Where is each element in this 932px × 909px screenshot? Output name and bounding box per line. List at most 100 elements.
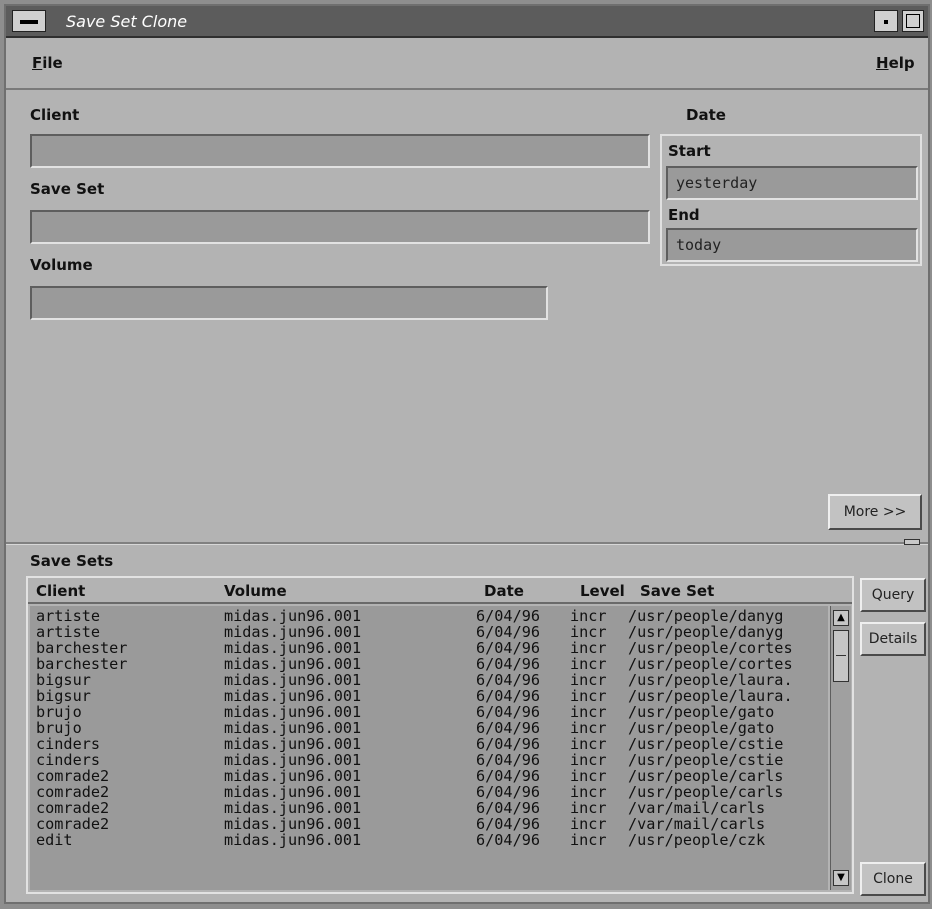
client-field[interactable] [30,134,650,168]
table-cell: artiste [36,623,101,641]
table-cell: incr [570,815,607,833]
table-cell: 6/04/96 [476,751,541,769]
table-cell: incr [570,719,607,737]
table-cell: 6/04/96 [476,703,541,721]
table-cell: comrade2 [36,815,110,833]
file-label: ile [42,54,63,72]
end-date-field[interactable]: today [666,228,918,262]
save-sets-list-body[interactable]: artiste midas.jun96.001 6/04/96 incr/usr/pe… [30,606,828,890]
column-volume[interactable]: Volume [224,582,287,600]
table-cell: 6/04/96 [476,783,541,801]
window-menu-icon [20,20,38,24]
table-cell: barchester [36,655,128,673]
table-cell: incr [570,687,607,705]
table-cell: bigsur [36,687,91,705]
table-cell: midas.jun96.001 [224,767,362,785]
start-date-field[interactable]: yesterday [666,166,918,200]
column-date[interactable]: Date [484,582,524,600]
table-cell: 6/04/96 [476,767,541,785]
maximize-icon [906,14,920,28]
table-cell: 6/04/96 [476,719,541,737]
table-cell: bigsur [36,671,91,689]
table-cell: incr [570,639,607,657]
column-save-set[interactable]: Save Set [640,582,714,600]
save-sets-list: Client Volume Date Level Save Set artist… [26,576,854,894]
table-cell: midas.jun96.001 [224,655,362,673]
table-cell: /usr/people/carls [628,783,784,801]
volume-label: Volume [30,256,93,274]
table-cell: incr [570,831,607,849]
table-cell: /usr/people/cortes [628,639,793,657]
clone-button[interactable]: Clone [860,862,926,896]
help-mnemonic: H [876,54,889,72]
table-cell: /usr/people/gato [628,719,775,737]
table-cell: /usr/people/gato [628,703,775,721]
table-cell: 6/04/96 [476,655,541,673]
title-bar: Save Set Clone [6,6,928,38]
volume-field[interactable] [30,286,548,320]
query-button[interactable]: Query [860,578,926,612]
file-mnemonic: F [32,54,43,72]
column-client[interactable]: Client [36,582,85,600]
table-cell: midas.jun96.001 [224,799,362,817]
menu-bar: File Help [6,38,928,90]
table-cell: /var/mail/carls [628,815,766,833]
save-set-clone-window: Save Set Clone File Help Client Save Set… [4,4,930,904]
table-cell: 6/04/96 [476,623,541,641]
start-label: Start [668,142,711,160]
table-cell: brujo [36,703,82,721]
column-level[interactable]: Level [580,582,625,600]
date-group: Start yesterday End today [660,134,922,266]
scroll-up-icon[interactable]: ▲ [833,610,849,626]
table-cell: /usr/people/czk [628,831,766,849]
table-cell: 6/04/96 [476,735,541,753]
table-cell: comrade2 [36,767,110,785]
table-cell: barchester [36,639,128,657]
table-cell: midas.jun96.001 [224,623,362,641]
table-cell: incr [570,655,607,673]
help-label: elp [888,54,915,72]
table-cell: midas.jun96.001 [224,815,362,833]
menu-help[interactable]: Help [876,54,915,72]
save-set-field[interactable] [30,210,650,244]
table-cell: edit [36,831,73,849]
table-cell: incr [570,671,607,689]
more-button[interactable]: More >> [828,494,922,530]
menu-file[interactable]: File [32,54,63,72]
scroll-thumb[interactable] [833,630,849,682]
table-cell: brujo [36,719,82,737]
table-cell: midas.jun96.001 [224,703,362,721]
table-cell: /usr/people/cstie [628,751,784,769]
table-cell: incr [570,703,607,721]
table-cell: incr [570,735,607,753]
table-cell: /usr/people/carls [628,767,784,785]
details-button[interactable]: Details [860,622,926,656]
table-cell: incr [570,623,607,641]
table-cell: cinders [36,735,101,753]
table-cell: incr [570,783,607,801]
table-cell: 6/04/96 [476,815,541,833]
vertical-scrollbar[interactable]: ▲ ▼ [830,606,851,890]
table-cell: incr [570,751,607,769]
table-cell: midas.jun96.001 [224,639,362,657]
table-cell: /usr/people/danyg [628,623,784,641]
save-sets-title: Save Sets [30,552,114,570]
minimize-icon [884,20,888,24]
table-cell: 6/04/96 [476,671,541,689]
window-menu-button[interactable] [12,10,46,32]
table-cell: midas.jun96.001 [224,719,362,737]
pane-separator [6,542,928,545]
pane-sash-handle[interactable] [904,539,920,545]
table-cell: 6/04/96 [476,799,541,817]
table-cell: incr [570,607,607,625]
scroll-down-icon[interactable]: ▼ [833,870,849,886]
table-cell: incr [570,767,607,785]
table-cell: cinders [36,751,101,769]
table-cell: /usr/people/cstie [628,735,784,753]
table-cell: midas.jun96.001 [224,671,362,689]
table-cell: midas.jun96.001 [224,735,362,753]
minimize-button[interactable] [874,10,898,32]
table-cell: /var/mail/carls [628,799,766,817]
table-cell: midas.jun96.001 [224,783,362,801]
maximize-button[interactable] [902,10,924,32]
